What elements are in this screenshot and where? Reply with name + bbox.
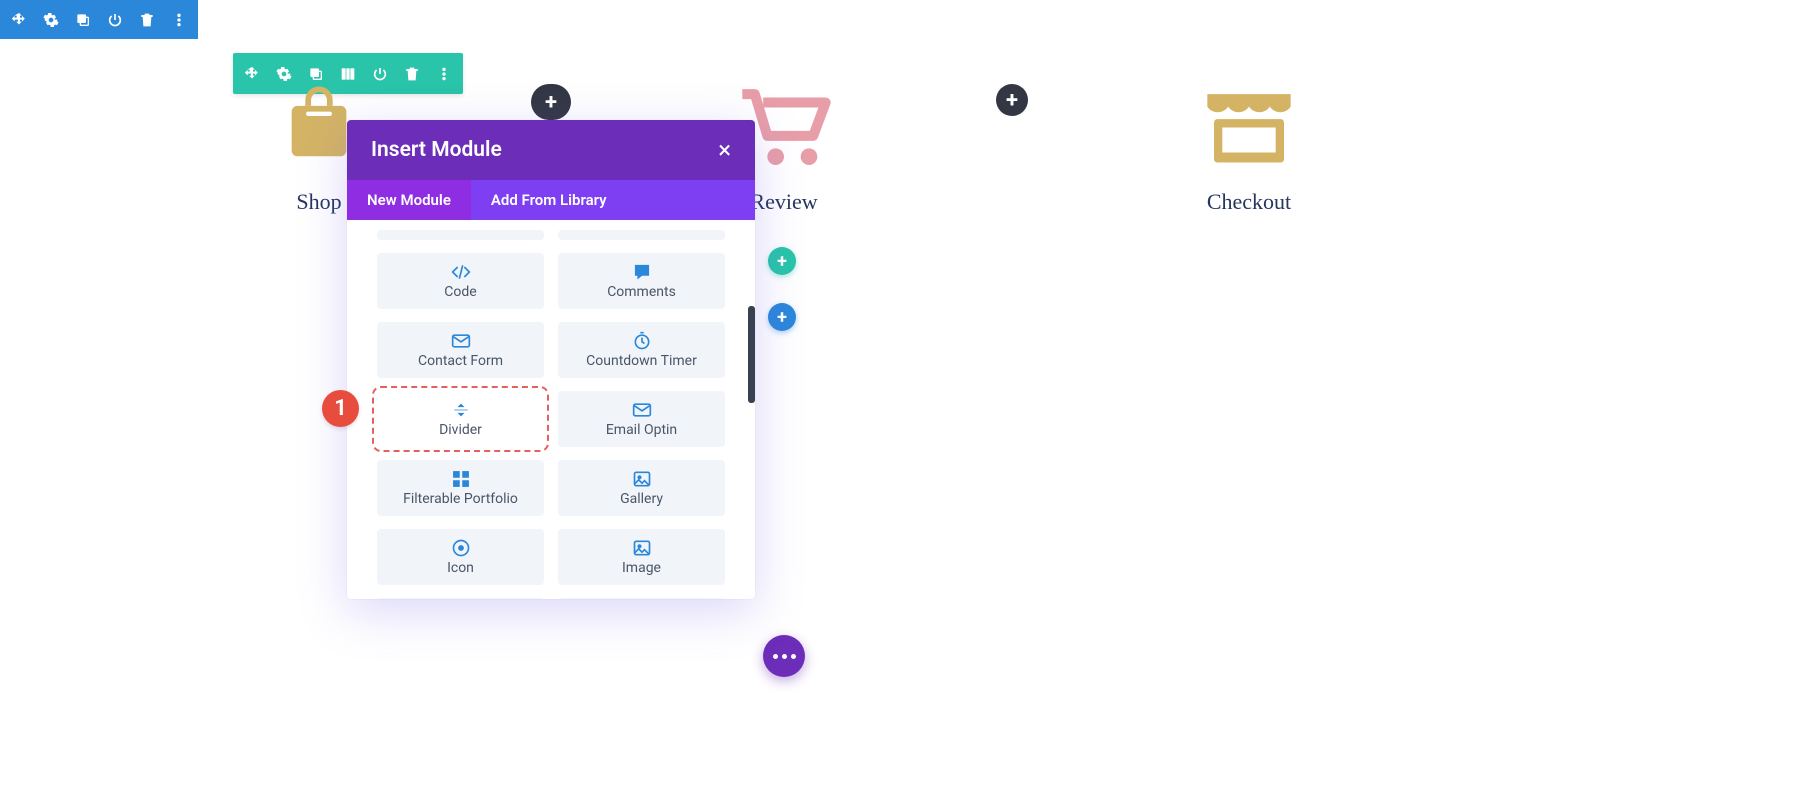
module-partial[interactable]	[377, 598, 544, 599]
module-gallery[interactable]: Gallery	[558, 460, 725, 516]
module-label: Image	[622, 560, 661, 576]
section-toolbar	[0, 0, 198, 39]
module-label: Divider	[439, 422, 482, 438]
module-partial[interactable]	[558, 598, 725, 599]
module-label: Comments	[607, 284, 676, 300]
modal-tabs: New Module Add From Library	[347, 180, 755, 220]
tab-add-from-library[interactable]: Add From Library	[471, 180, 627, 220]
module-label: Contact Form	[418, 353, 503, 369]
scrollbar-thumb[interactable]	[748, 306, 755, 403]
column-checkout: Checkout	[1129, 79, 1369, 215]
add-module-button[interactable]	[531, 84, 571, 120]
module-label: Email Optin	[606, 422, 677, 438]
storefront-icon	[1199, 79, 1299, 176]
module-email-optin[interactable]: Email Optin	[558, 391, 725, 447]
callout-badge-1: 1	[322, 390, 359, 427]
module-contact-form[interactable]: Contact Form	[377, 322, 544, 378]
module-label: Icon	[447, 560, 474, 576]
modal-header: Insert Module ×	[347, 120, 755, 180]
duplicate-icon[interactable]	[70, 7, 96, 33]
add-module-button[interactable]	[996, 84, 1028, 116]
module-partial[interactable]	[377, 230, 544, 240]
page-actions-button[interactable]	[763, 635, 805, 677]
module-divider[interactable]: Divider	[377, 391, 544, 447]
tab-new-module[interactable]: New Module	[347, 180, 471, 220]
module-filterable-portfolio[interactable]: Filterable Portfolio	[377, 460, 544, 516]
column-label: Checkout	[1207, 189, 1291, 215]
insert-module-modal: Insert Module × New Module Add From Libr…	[347, 120, 755, 599]
delete-icon[interactable]	[134, 7, 160, 33]
module-label: Filterable Portfolio	[403, 491, 518, 507]
close-icon[interactable]: ×	[718, 138, 731, 162]
module-comments[interactable]: Comments	[558, 253, 725, 309]
add-section-button[interactable]	[768, 303, 796, 331]
module-list: Code Comments Contact Form Countdown Tim…	[347, 220, 755, 599]
module-countdown-timer[interactable]: Countdown Timer	[558, 322, 725, 378]
move-icon[interactable]	[6, 7, 32, 33]
settings-icon[interactable]	[38, 7, 64, 33]
column-label: Shop	[296, 189, 341, 215]
module-icon[interactable]: Icon	[377, 529, 544, 585]
module-code[interactable]: Code	[377, 253, 544, 309]
module-partial[interactable]	[558, 230, 725, 240]
module-label: Countdown Timer	[586, 353, 697, 369]
add-row-button[interactable]	[768, 247, 796, 275]
module-image[interactable]: Image	[558, 529, 725, 585]
module-label: Code	[444, 284, 476, 300]
power-icon[interactable]	[102, 7, 128, 33]
column-label: Review	[750, 189, 817, 215]
modal-title: Insert Module	[371, 138, 502, 162]
module-label: Gallery	[620, 491, 663, 507]
more-icon[interactable]	[166, 7, 192, 33]
